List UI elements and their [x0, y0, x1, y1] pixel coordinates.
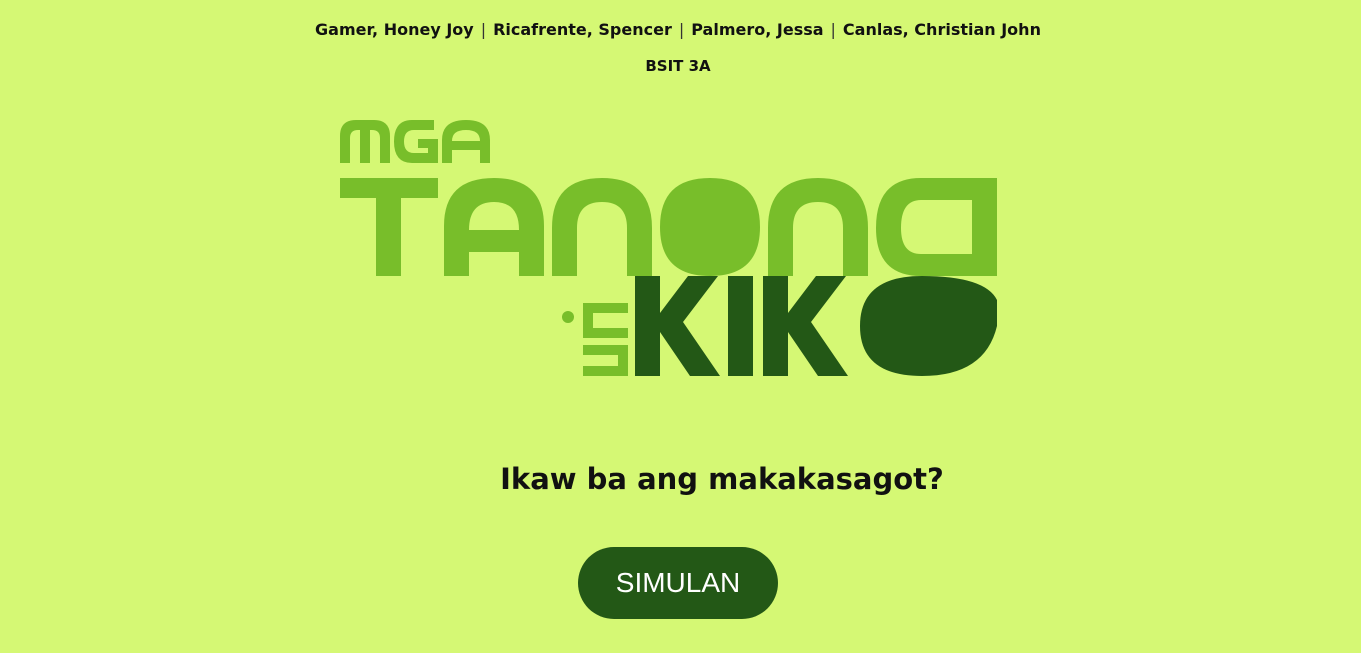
logo-word-mga	[340, 120, 490, 163]
logo-connector-ni	[562, 303, 628, 376]
logo-word-kiko	[635, 276, 997, 376]
game-logo	[340, 120, 997, 376]
logo-word-tanong	[340, 178, 997, 276]
separator: |	[830, 20, 836, 39]
author-name: Gamer, Honey Joy	[315, 20, 474, 39]
author-name: Palmero, Jessa	[691, 20, 824, 39]
author-name: Ricafrente, Spencer	[493, 20, 672, 39]
class-section: BSIT 3A	[645, 57, 711, 75]
tagline: Ikaw ba ang makakasagot?	[500, 462, 944, 496]
landing-page: Gamer, Honey Joy | Ricafrente, Spencer | Pal…	[0, 0, 1361, 653]
authors-line: Gamer, Honey Joy | Ricafrente, Spencer | Pal…	[0, 20, 1356, 39]
start-button[interactable]: SIMULAN	[578, 547, 778, 619]
separator: |	[480, 20, 487, 39]
separator: |	[678, 20, 685, 39]
author-name: Canlas, Christian John	[842, 20, 1041, 39]
